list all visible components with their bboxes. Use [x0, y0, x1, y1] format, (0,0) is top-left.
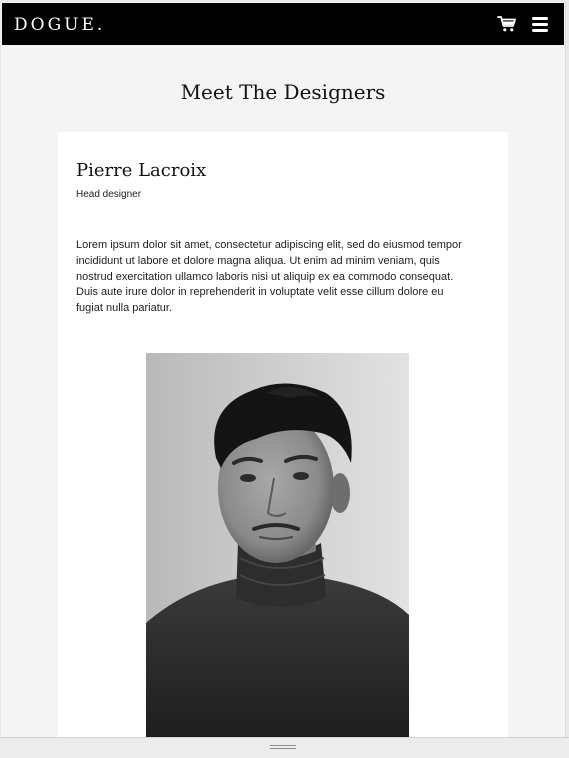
resize-handle-icon[interactable] [270, 745, 296, 750]
page-title: Meet The Designers [180, 80, 386, 104]
app-frame: DOGUE. Meet The Designers Pierre Lacroix… [1, 2, 566, 737]
designer-card: Pierre Lacroix Head designer Lorem ipsum… [58, 132, 508, 737]
designer-name: Pierre Lacroix [76, 160, 207, 181]
hamburger-menu-icon[interactable] [532, 17, 548, 32]
cart-icon[interactable] [497, 15, 517, 33]
designer-bio: Lorem ipsum dolor sit amet, consectetur … [76, 239, 462, 315]
designer-portrait-image [146, 353, 409, 737]
navbar: DOGUE. [2, 3, 564, 45]
brand-logo[interactable]: DOGUE. [14, 15, 105, 35]
designer-role: Head designer [76, 189, 142, 200]
